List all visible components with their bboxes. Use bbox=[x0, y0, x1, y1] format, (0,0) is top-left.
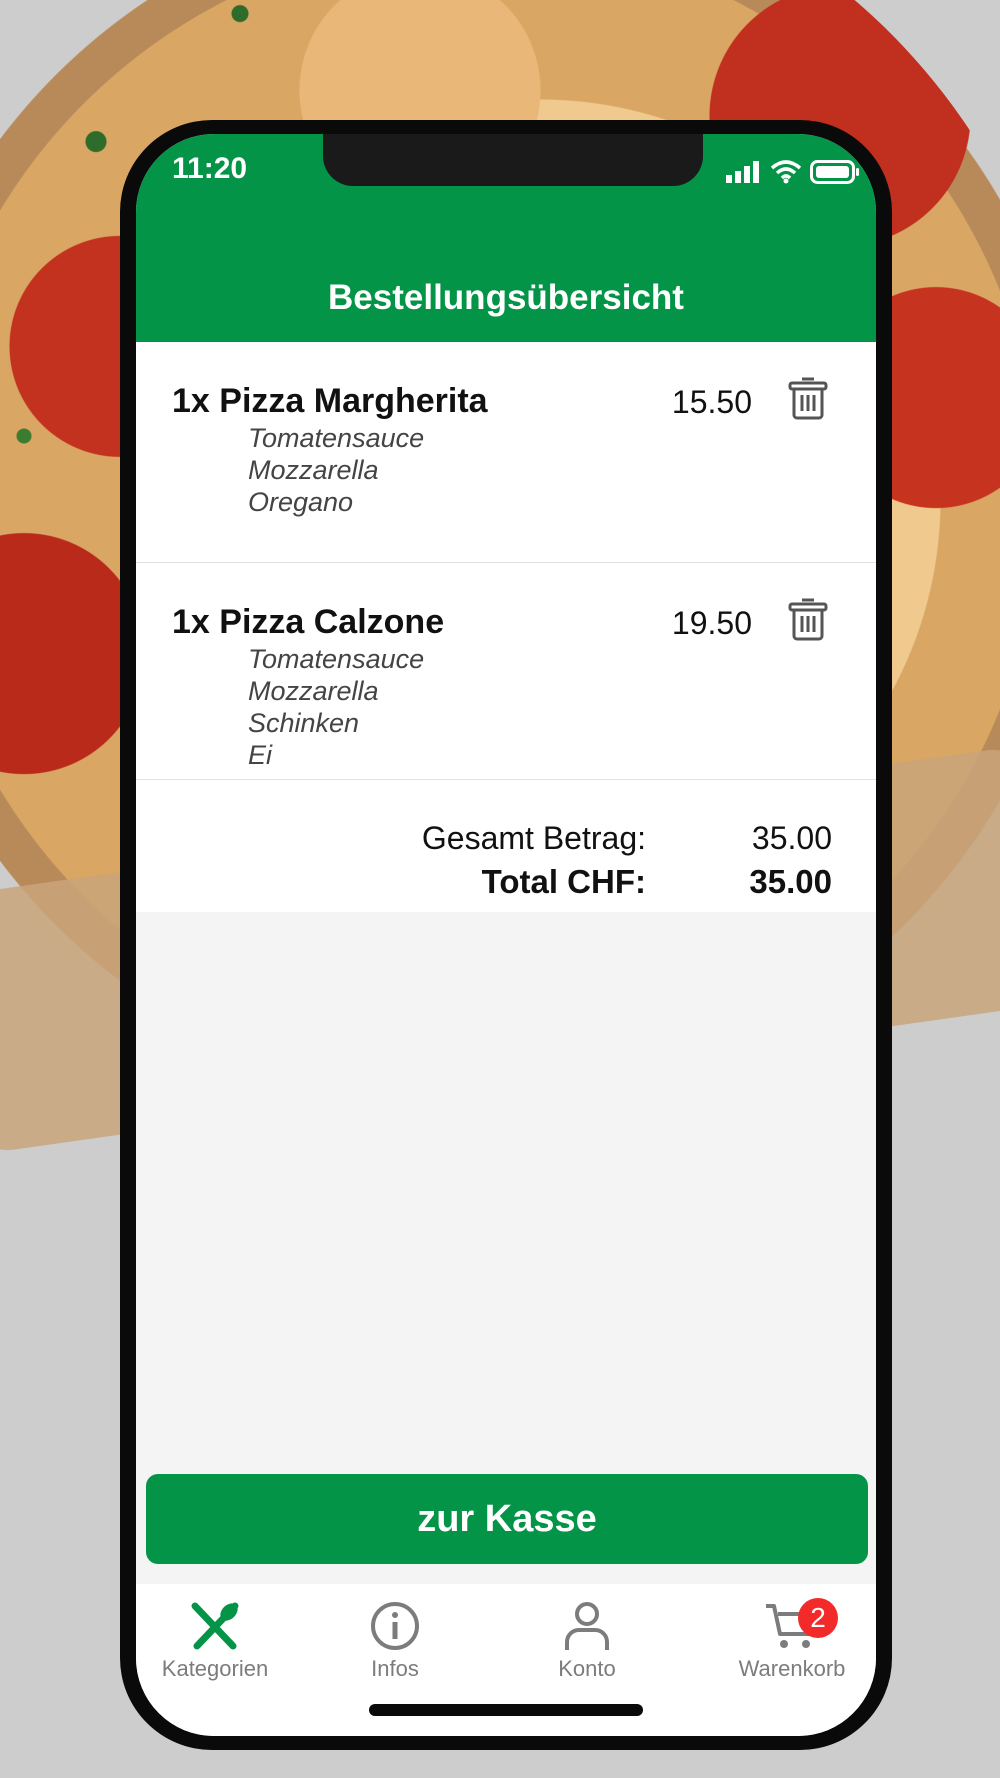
tab-label: Konto bbox=[558, 1656, 616, 1681]
phone-notch bbox=[323, 134, 703, 186]
app-screenshot: 11:20 Bestellungsübersicht 1x Pizza Marg… bbox=[0, 0, 1000, 1778]
tab-label: Warenkorb bbox=[738, 1656, 846, 1681]
topping: Ei bbox=[248, 740, 273, 770]
status-time: 11:20 bbox=[172, 152, 248, 185]
topping: Oregano bbox=[248, 487, 354, 517]
item-toppings: Tomatensauce Mozzarella Oregano bbox=[248, 422, 424, 518]
home-indicator bbox=[369, 1704, 643, 1716]
info-icon bbox=[371, 1602, 419, 1650]
total-amount-label: Gesamt Betrag: bbox=[421, 820, 646, 856]
item-price: 15.50 bbox=[671, 384, 752, 420]
order-list: 1x Pizza Margherita 15.50 Tomatensauce M… bbox=[136, 342, 876, 912]
phone-frame: 11:20 Bestellungsübersicht 1x Pizza Marg… bbox=[120, 120, 892, 1750]
tab-infos[interactable]: Infos bbox=[350, 1600, 440, 1682]
signal-icon bbox=[726, 161, 759, 183]
tab-label: Infos bbox=[371, 1656, 419, 1681]
cart-badge: 2 bbox=[798, 1598, 838, 1638]
trash-icon[interactable] bbox=[788, 597, 828, 641]
total-chf-label: Total CHF: bbox=[481, 863, 646, 900]
page-title: Bestellungsübersicht bbox=[328, 278, 684, 317]
total-chf-value: 35.00 bbox=[749, 863, 832, 900]
phone-screen: 11:20 Bestellungsübersicht 1x Pizza Marg… bbox=[136, 134, 876, 1736]
tab-kategorien[interactable]: Kategorien bbox=[160, 1600, 270, 1682]
order-item: 1x Pizza Calzone 19.50 Tomatensauce Mozz… bbox=[136, 563, 876, 780]
tab-label: Kategorien bbox=[161, 1656, 269, 1681]
tab-konto[interactable]: Konto bbox=[542, 1600, 632, 1682]
item-name: 1x Pizza Calzone bbox=[172, 603, 445, 641]
topping: Schinken bbox=[248, 708, 360, 738]
order-item: 1x Pizza Margherita 15.50 Tomatensauce M… bbox=[136, 342, 876, 563]
checkout-button[interactable]: zur Kasse bbox=[146, 1474, 868, 1564]
item-toppings: Tomatensauce Mozzarella Schinken Ei bbox=[248, 643, 424, 771]
wifi-icon bbox=[770, 160, 802, 184]
tab-warenkorb[interactable]: 2 Warenkorb bbox=[732, 1598, 852, 1682]
status-icons bbox=[726, 160, 860, 184]
fork-knife-icon bbox=[191, 1602, 239, 1650]
topping: Mozzarella bbox=[248, 676, 379, 706]
total-amount-value: 35.00 bbox=[751, 820, 832, 856]
topping: Mozzarella bbox=[248, 455, 379, 485]
trash-icon[interactable] bbox=[788, 376, 828, 420]
battery-icon bbox=[810, 160, 859, 184]
topping: Tomatensauce bbox=[248, 644, 425, 674]
topping: Tomatensauce bbox=[248, 423, 425, 453]
item-price: 19.50 bbox=[671, 605, 752, 641]
user-icon bbox=[565, 1602, 609, 1650]
item-name: 1x Pizza Margherita bbox=[172, 382, 488, 420]
order-totals: Gesamt Betrag: 35.00 Total CHF: 35.00 bbox=[136, 780, 876, 912]
